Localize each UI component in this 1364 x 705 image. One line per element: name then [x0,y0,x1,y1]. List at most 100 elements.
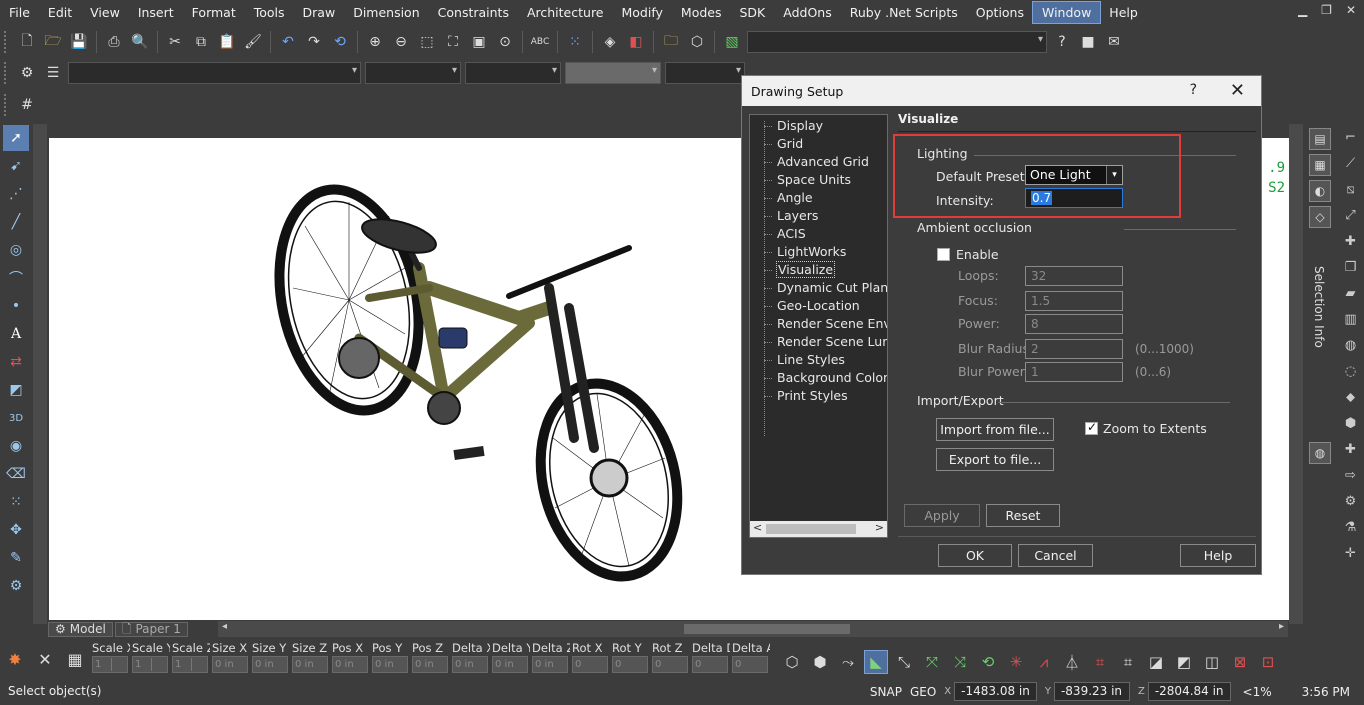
sphere-icon[interactable]: ◉ [3,433,29,459]
tree-item-acis[interactable]: ACIS [750,225,887,243]
menu-file[interactable]: File [0,2,39,23]
zoom-to-extents-checkbox[interactable] [1085,420,1098,435]
tab-model[interactable]: ⚙ Model [48,621,113,637]
menu-sdk[interactable]: SDK [731,2,775,23]
zoom-out-icon[interactable]: ⊖ [390,31,412,53]
snap-midpoint-icon[interactable]: ⤡ [892,650,916,674]
folder-tools-icon[interactable]: 🗀 [660,31,682,53]
globe-icon[interactable]: ◍ [1340,334,1362,356]
settings-gear-icon[interactable]: ⚙ [3,573,29,599]
tree-item-lightworks[interactable]: LightWorks [750,243,887,261]
blur-radius-input[interactable]: 2 [1025,339,1123,359]
selection-info-tab[interactable]: Selection Info [1305,262,1333,352]
grid-icon[interactable]: # [16,94,38,116]
snap-intersection-icon[interactable]: ✳ [1004,650,1028,674]
paste-icon[interactable]: 📋 [216,31,238,53]
select-arrow-icon[interactable]: ➚ [3,125,29,151]
x-coordinate-value[interactable]: -1483.08 in [954,682,1037,701]
panel-button-2-icon[interactable]: ▦ [1309,154,1331,176]
tree-item-layers[interactable]: Layers [750,207,887,225]
loops-input[interactable]: 32 [1025,266,1123,286]
menu-constraints[interactable]: Constraints [429,2,518,23]
color-picker-icon[interactable]: ▧ [721,31,743,53]
snap-quadrant-icon[interactable]: ⟲ [976,650,1000,674]
edit-field-input[interactable]: 0 in [372,656,408,673]
snap-center-icon[interactable]: ⤧ [920,650,944,674]
layer-combo[interactable] [68,62,361,84]
tree-item-display[interactable]: Display [750,117,887,135]
node-icon[interactable]: ⬢ [1340,412,1362,434]
edit-field-input[interactable]: 0 [732,656,768,673]
edit-field-input[interactable]: 0 [692,656,728,673]
tree-item-angle[interactable]: Angle [750,189,887,207]
undo-icon[interactable]: ↶ [277,31,299,53]
snap-all-icon[interactable]: ⊡ [1256,650,1280,674]
cancel-button[interactable]: Cancel [1018,544,1093,567]
cancel-x-icon[interactable]: ✕ [32,646,58,672]
panel-button-1-icon[interactable]: ▤ [1309,128,1331,150]
zoom-in-icon[interactable]: ⊕ [364,31,386,53]
gear-small-icon[interactable]: ⚙ [1340,490,1362,512]
circle-icon[interactable]: ◎ [3,237,29,263]
move-icon[interactable]: ✥ [3,517,29,543]
menu-edit[interactable]: Edit [39,2,81,23]
export-to-file-button[interactable]: Export to file... [936,448,1054,471]
match-properties-icon[interactable]: 🖌 [242,31,264,53]
new-file-icon[interactable]: 🗋 [16,31,38,53]
arrow-icon[interactable]: ⇨ [1340,464,1362,486]
redo-icon[interactable]: ↷ [303,31,325,53]
snap-nearest-icon[interactable]: ◪ [1144,650,1168,674]
menu-format[interactable]: Format [183,2,245,23]
snap-none-icon[interactable]: ⊠ [1228,650,1252,674]
tree-scroll-thumb[interactable] [766,524,856,534]
panel-button-3-icon[interactable]: ◐ [1309,180,1331,202]
edit-field-input[interactable]: 0 [612,656,648,673]
print-icon[interactable]: ⎙ [103,31,125,53]
trim-icon[interactable]: ✚ [1340,230,1362,252]
tree-item-grid[interactable]: Grid [750,135,887,153]
panel-button-5-icon[interactable]: ◍ [1309,442,1331,464]
import-from-file-button[interactable]: Import from file... [936,418,1054,441]
edit-field-input[interactable]: 1 [92,656,128,673]
tree-horizontal-scrollbar[interactable]: < > [750,521,887,537]
transform-icon[interactable]: ⇄ [3,349,29,375]
menu-modify[interactable]: Modify [613,2,672,23]
ok-button[interactable]: OK [938,544,1012,567]
edit-field-input[interactable]: 0 in [252,656,288,673]
minimize-icon[interactable]: ▁ [1298,3,1307,17]
line-icon[interactable]: ╱ [3,209,29,235]
apply-button[interactable]: Apply [904,504,980,527]
enable-checkbox[interactable] [937,248,950,261]
menu-help[interactable]: Help [1100,2,1147,23]
copy-icon[interactable]: ⧉ [190,31,212,53]
edit-handles-icon[interactable]: ➹ [3,153,29,179]
layer-icon[interactable]: ◈ [599,31,621,53]
snap-apparent-icon[interactable]: ◫ [1200,650,1224,674]
tree-item-advanced-grid[interactable]: Advanced Grid [750,153,887,171]
vertical-scrollbar[interactable] [1289,124,1303,624]
pencil-icon[interactable]: ✎ [3,545,29,571]
scroll-right-icon[interactable]: ▸ [1279,621,1284,632]
reset-button[interactable]: Reset [986,504,1060,527]
menu-options[interactable]: Options [967,2,1033,23]
tree-item-visualize[interactable]: Visualize [750,261,887,279]
array-icon[interactable]: ⁙ [3,489,29,515]
offset-icon[interactable]: ⤢ [1340,204,1362,226]
snap-insertion-icon[interactable]: ⏃ [1060,650,1084,674]
grid-snap-icon[interactable]: ⁙ [564,31,586,53]
edit-field-input[interactable]: 0 in [452,656,488,673]
edit-field-input[interactable]: 0 in [212,656,248,673]
open-folder-icon[interactable]: 🗁 [42,31,64,53]
spell-check-icon[interactable]: ABC [529,31,551,53]
zoom-window-icon[interactable]: ⬚ [416,31,438,53]
help-pointer-icon[interactable]: ? [1051,31,1073,53]
zoom-previous-icon[interactable]: ⊙ [494,31,516,53]
tree-scroll-left-icon[interactable]: < [753,521,762,534]
plus-icon[interactable]: ✚ [1340,438,1362,460]
menu-ruby-net-scripts[interactable]: Ruby .Net Scripts [841,2,967,23]
horizontal-scrollbar[interactable]: ◂ ▸ [218,621,1288,637]
menu-modes[interactable]: Modes [672,2,731,23]
linescale-combo[interactable] [665,62,745,84]
edit-bar-grid-icon[interactable]: ▦ [62,646,88,672]
edit-field-input[interactable]: 0 [652,656,688,673]
